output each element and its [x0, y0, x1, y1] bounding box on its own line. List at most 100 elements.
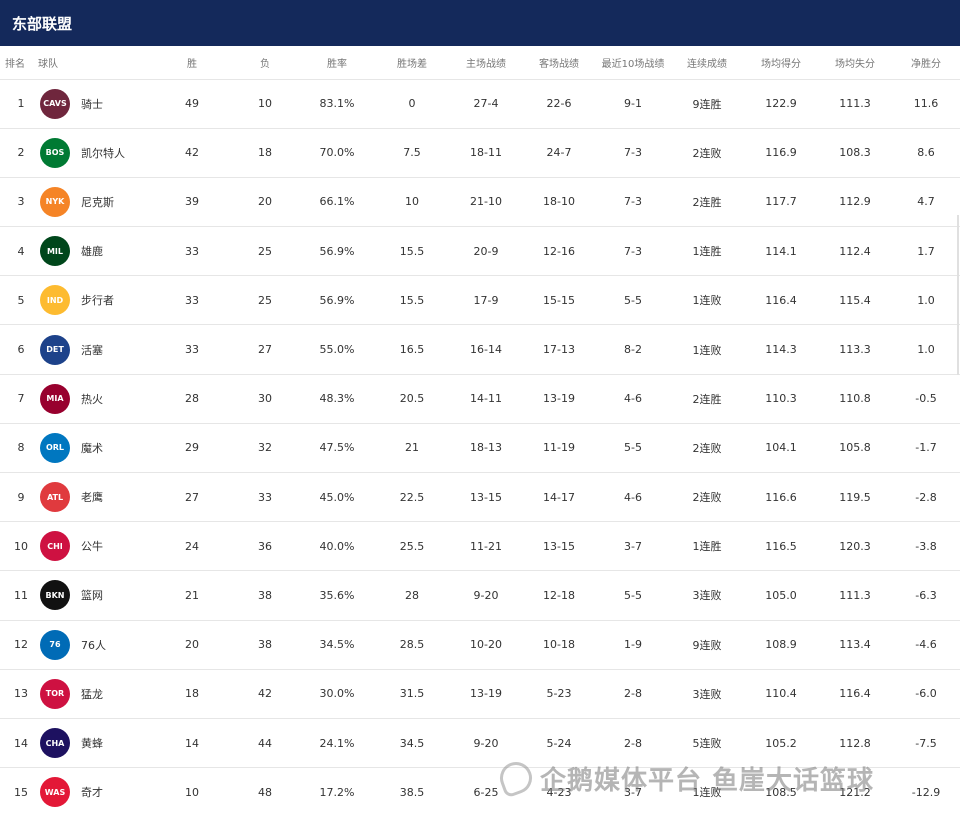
ppg-cell: 110.4 — [744, 669, 818, 719]
team-name[interactable]: 雄鹿 — [81, 243, 103, 259]
team-cell[interactable]: NYK 尼克斯 — [32, 177, 154, 228]
ppg-cell: 108.9 — [744, 620, 818, 670]
last10-cell: 4-6 — [596, 374, 670, 424]
team-name[interactable]: 活塞 — [81, 342, 103, 358]
col-header-losses[interactable]: 负 — [230, 46, 300, 80]
col-header-last10[interactable]: 最近10场战绩 — [596, 46, 670, 80]
gb-cell: 0 — [374, 79, 450, 129]
col-header-streak[interactable]: 连续成绩 — [670, 46, 744, 80]
team-logo-icon[interactable]: MIA — [40, 383, 70, 414]
table-row[interactable]: 4 MIL 雄鹿 33 25 56.9% 15.5 20-9 12-16 7-3 1连胜 114.1 1… — [0, 226, 960, 277]
scrollbar[interactable] — [957, 215, 959, 375]
team-cell[interactable]: IND 步行者 — [32, 275, 154, 326]
team-cell[interactable]: TOR 猛龙 — [32, 669, 154, 719]
team-name[interactable]: 骑士 — [81, 96, 103, 112]
col-header-diff[interactable]: 净胜分 — [892, 46, 960, 80]
team-name[interactable]: 篮网 — [81, 587, 103, 603]
team-logo-icon[interactable]: MIL — [40, 236, 70, 267]
team-name[interactable]: 尼克斯 — [81, 194, 114, 210]
col-header-ppg[interactable]: 场均得分 — [744, 46, 818, 80]
oppg-cell: 120.3 — [818, 521, 892, 572]
table-row[interactable]: 3 NYK 尼克斯 39 20 66.1% 10 21-10 18-10 7-3 2连胜 117.7 1… — [0, 177, 960, 228]
col-header-home[interactable]: 主场战绩 — [450, 46, 522, 80]
home-cell: 20-9 — [450, 226, 522, 277]
team-logo-icon[interactable]: NYK — [40, 186, 70, 217]
table-row[interactable]: 10 CHI 公牛 24 36 40.0% 25.5 11-21 13-15 3-7 1连胜 116.… — [0, 521, 960, 572]
team-name[interactable]: 步行者 — [81, 292, 114, 308]
col-header-away[interactable]: 客场战绩 — [522, 46, 596, 80]
team-logo-icon[interactable]: BOS — [40, 137, 70, 168]
team-cell[interactable]: ORL 魔术 — [32, 423, 154, 474]
team-cell[interactable]: MIA 热火 — [32, 374, 154, 424]
pct-cell: 56.9% — [300, 226, 374, 277]
team-name[interactable]: 公牛 — [81, 538, 103, 554]
team-cell[interactable]: ATL 老鹰 — [32, 472, 154, 523]
diff-cell: -3.8 — [892, 521, 960, 572]
team-name[interactable]: 黄蜂 — [81, 735, 103, 751]
last10-cell: 2-8 — [596, 669, 670, 719]
team-logo-icon[interactable]: DET — [40, 334, 70, 365]
away-cell: 12-18 — [522, 570, 596, 621]
col-header-rank[interactable]: 排名 — [0, 46, 32, 80]
table-row[interactable]: 15 WAS 奇才 10 48 17.2% 38.5 6-25 4-23 3-7 1连败 108.5 1… — [0, 767, 960, 814]
ppg-cell: 116.5 — [744, 521, 818, 572]
team-logo-icon[interactable]: IND — [40, 285, 70, 316]
table-row[interactable]: 14 CHA 黄蜂 14 44 24.1% 34.5 9-20 5-24 2-8 5连败 105.2 1… — [0, 718, 960, 769]
team-logo-icon[interactable]: ORL — [40, 432, 70, 463]
team-logo-icon[interactable]: CHI — [40, 531, 70, 562]
team-name[interactable]: 老鹰 — [81, 489, 103, 505]
losses-cell: 32 — [230, 423, 300, 474]
team-logo-icon[interactable]: BKN — [40, 580, 70, 611]
team-cell[interactable]: DET 活塞 — [32, 324, 154, 375]
col-header-pct[interactable]: 胜率 — [300, 46, 374, 80]
col-header-wins[interactable]: 胜 — [154, 46, 230, 80]
team-name[interactable]: 76人 — [81, 637, 106, 653]
pct-cell: 70.0% — [300, 128, 374, 178]
team-name[interactable]: 猛龙 — [81, 686, 103, 702]
ppg-cell: 108.5 — [744, 767, 818, 814]
team-cell[interactable]: MIL 雄鹿 — [32, 226, 154, 277]
table-row[interactable]: 5 IND 步行者 33 25 56.9% 15.5 17-9 15-15 5-5 1连败 116.4… — [0, 275, 960, 326]
col-header-team[interactable]: 球队 — [32, 46, 154, 80]
pct-cell: 34.5% — [300, 620, 374, 670]
team-cell[interactable]: WAS 奇才 — [32, 767, 154, 814]
team-cell[interactable]: CHA 黄蜂 — [32, 718, 154, 769]
table-row[interactable]: 8 ORL 魔术 29 32 47.5% 21 18-13 11-19 5-5 2连败 104.1 10… — [0, 423, 960, 474]
team-logo-icon[interactable]: TOR — [40, 678, 70, 709]
rank-cell: 7 — [0, 374, 32, 424]
diff-cell: -4.6 — [892, 620, 960, 670]
home-cell: 18-13 — [450, 423, 522, 474]
team-name[interactable]: 魔术 — [81, 440, 103, 456]
col-header-oppg[interactable]: 场均失分 — [818, 46, 892, 80]
team-logo-icon[interactable]: WAS — [40, 777, 70, 808]
last10-cell: 4-6 — [596, 472, 670, 523]
team-logo-icon[interactable]: CAVS — [40, 88, 70, 119]
team-name[interactable]: 热火 — [81, 391, 103, 407]
gb-cell: 21 — [374, 423, 450, 474]
table-row[interactable]: 7 MIA 热火 28 30 48.3% 20.5 14-11 13-19 4-6 2连胜 110.3… — [0, 374, 960, 424]
losses-cell: 30 — [230, 374, 300, 424]
team-cell[interactable]: CAVS 骑士 — [32, 79, 154, 129]
team-logo-icon[interactable]: 76 — [40, 629, 70, 660]
team-cell[interactable]: BOS 凯尔特人 — [32, 128, 154, 178]
col-header-gb[interactable]: 胜场差 — [374, 46, 450, 80]
rank-cell: 10 — [0, 521, 32, 572]
table-row[interactable]: 9 ATL 老鹰 27 33 45.0% 22.5 13-15 14-17 4-6 2连败 116.6… — [0, 472, 960, 523]
team-name[interactable]: 奇才 — [81, 784, 103, 800]
losses-cell: 25 — [230, 275, 300, 326]
team-name[interactable]: 凯尔特人 — [81, 145, 125, 161]
team-logo-icon[interactable]: ATL — [40, 482, 70, 513]
team-cell[interactable]: 76 76人 — [32, 620, 154, 670]
team-logo-icon[interactable]: CHA — [40, 728, 70, 759]
table-row[interactable]: 1 CAVS 骑士 49 10 83.1% 0 27-4 22-6 9-1 9连胜 122.9 111.… — [0, 79, 960, 129]
table-row[interactable]: 11 BKN 篮网 21 38 35.6% 28 9-20 12-18 5-5 3连败 105.0 11… — [0, 570, 960, 621]
wins-cell: 42 — [154, 128, 230, 178]
losses-cell: 33 — [230, 472, 300, 523]
team-cell[interactable]: CHI 公牛 — [32, 521, 154, 572]
table-row[interactable]: 2 BOS 凯尔特人 42 18 70.0% 7.5 18-11 24-7 7-3 2连败 116.9… — [0, 128, 960, 178]
table-row[interactable]: 13 TOR 猛龙 18 42 30.0% 31.5 13-19 5-23 2-8 3连败 110.4… — [0, 669, 960, 719]
team-cell[interactable]: BKN 篮网 — [32, 570, 154, 621]
home-cell: 14-11 — [450, 374, 522, 424]
table-row[interactable]: 12 76 76人 20 38 34.5% 28.5 10-20 10-18 1-9 9连败 108.… — [0, 620, 960, 670]
table-row[interactable]: 6 DET 活塞 33 27 55.0% 16.5 16-14 17-13 8-2 1连败 114.3… — [0, 324, 960, 375]
